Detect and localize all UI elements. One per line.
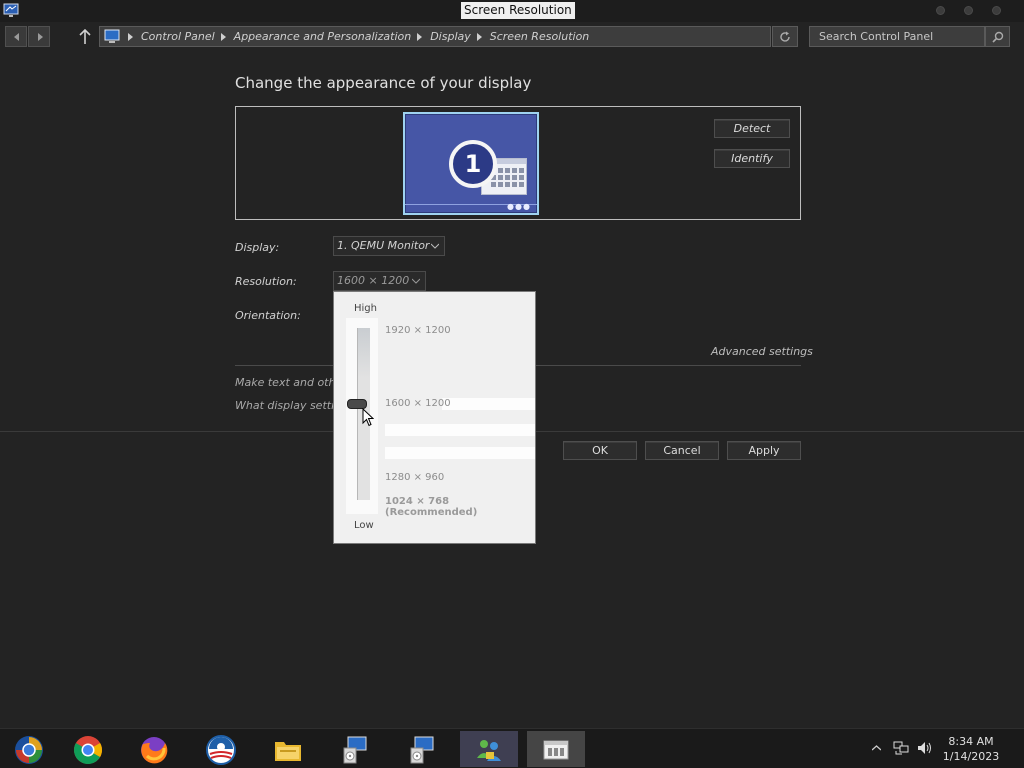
taskbar-file-explorer[interactable] [259,731,317,767]
obama-logo-icon [206,735,236,765]
close-button[interactable] [992,6,1001,15]
refresh-button[interactable] [772,26,798,47]
ok-button[interactable]: OK [563,441,637,460]
forward-arrow-icon [38,33,43,41]
network-icon[interactable] [893,741,909,755]
text-size-link[interactable]: Make text and other [235,376,347,389]
clock-date: 1/14/2023 [942,750,1000,763]
monitor-number: 1 [449,140,497,188]
windows-orb-icon [15,736,43,764]
start-button[interactable] [0,731,58,767]
control-panel-icon [104,29,120,43]
taskbar-chrome[interactable] [59,731,117,767]
resolution-row-highlight [442,398,535,410]
ellipsis-icon: ●●● [507,202,531,211]
title-bar: Screen Resolution [0,0,1024,22]
slider-track-fill [358,328,370,378]
navigation-bar: Control Panel Appearance and Personaliza… [0,22,1024,52]
resolution-select-value: 1600 × 1200 [337,274,410,287]
chevron-right-icon [128,32,133,41]
chrome-icon [74,736,102,764]
refresh-icon [780,31,790,42]
volume-icon[interactable] [917,741,933,755]
resolution-option-1024x768[interactable]: 1024 × 768 (Recommended) [385,496,535,518]
resolution-option-blank[interactable] [385,447,535,459]
chevron-right-icon [220,32,226,41]
search-button[interactable] [985,26,1010,47]
display-select-value: 1. QEMU Monitor [337,239,430,252]
breadcrumb: Control Panel Appearance and Personaliza… [122,27,589,46]
resolution-option-1920x1200[interactable]: 1920 × 1200 [385,325,451,336]
taskbar-firefox[interactable] [125,731,183,767]
detect-button[interactable]: Detect [714,119,790,138]
up-arrow-icon[interactable] [78,29,92,45]
clock-time: 8:34 AM [948,735,994,748]
identify-button[interactable]: Identify [714,149,790,168]
cancel-button[interactable]: Cancel [645,441,719,460]
search-input[interactable]: Search Control Panel [809,26,985,47]
breadcrumb-control-panel[interactable]: Control Panel [141,30,215,43]
slider-low-label: Low [354,520,374,531]
back-arrow-icon [14,33,19,41]
display-icon [3,3,19,17]
taskbar-installer-1[interactable] [326,731,384,767]
taskbar-obama-app[interactable] [192,731,250,767]
minimize-button[interactable] [936,6,945,15]
taskbar: 8:34 AM 1/14/2023 [0,728,1024,768]
display-settings-help-link[interactable]: What display setting [235,399,348,412]
resolution-option-1600x1200[interactable]: 1600 × 1200 [385,398,451,409]
breadcrumb-screen-resolution[interactable]: Screen Resolution [490,30,590,43]
window-title: Screen Resolution [461,2,575,19]
forward-button[interactable] [28,26,50,47]
system-clock[interactable]: 8:34 AM 1/14/2023 [936,734,1006,764]
chevron-right-icon [417,32,423,41]
file-explorer-icon [275,742,301,761]
resolution-label: Resolution: [235,275,297,288]
monitor-thumbnail[interactable]: 1 ●●● [403,112,539,215]
display-preview: 1 ●●● Detect Identify [235,106,801,220]
taskbar-installer-2[interactable] [393,731,451,767]
resolution-select[interactable]: 1600 × 1200 [333,271,426,291]
chevron-down-icon [412,278,420,284]
display-select[interactable]: 1. QEMU Monitor [333,236,445,256]
slider-high-label: High [354,303,377,314]
advanced-settings-link[interactable]: Advanced settings [711,345,813,358]
resolution-option-1280x960[interactable]: 1280 × 960 [385,472,444,483]
mouse-cursor-icon [362,408,374,427]
taskbar-people[interactable] [460,731,518,767]
breadcrumb-display[interactable]: Display [430,30,471,43]
resolution-option-blank[interactable] [385,424,535,436]
installer-icon [343,736,367,764]
chevron-down-icon [431,243,439,249]
search-icon [992,31,1004,43]
taskbar-control-panel[interactable] [527,731,585,767]
apply-button[interactable]: Apply [727,441,801,460]
page-title: Change the appearance of your display [235,74,532,92]
breadcrumb-appearance[interactable]: Appearance and Personalization [234,30,412,43]
control-panel-icon [543,740,569,760]
address-bar[interactable]: Control Panel Appearance and Personaliza… [99,26,771,47]
firefox-icon [141,737,168,764]
back-button[interactable] [5,26,27,47]
display-label: Display: [235,241,280,254]
chevron-right-icon [476,32,482,41]
maximize-button[interactable] [964,6,973,15]
show-hidden-icons-icon[interactable] [872,745,881,751]
installer-icon [410,736,434,764]
people-icon [477,740,501,761]
orientation-label: Orientation: [235,309,301,322]
